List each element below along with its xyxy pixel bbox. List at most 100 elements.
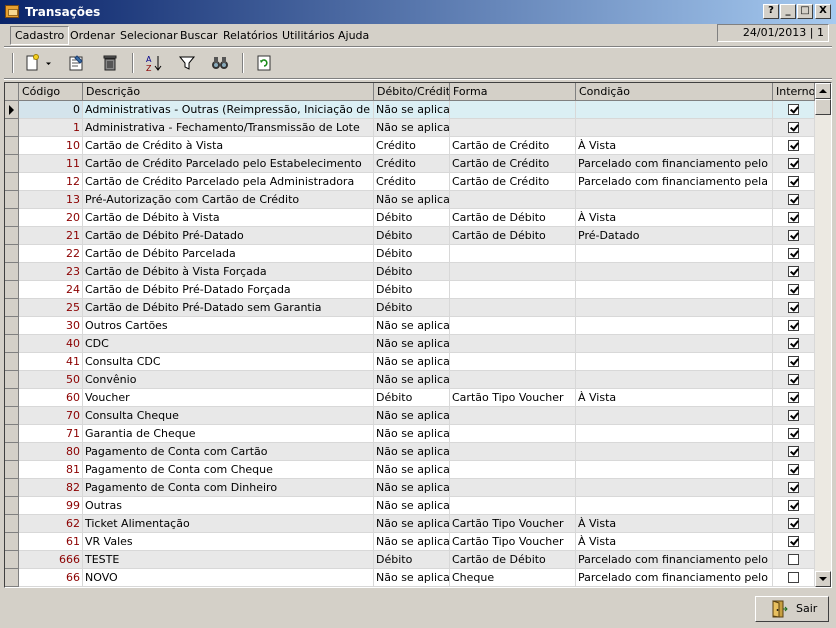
interno-checkbox[interactable] bbox=[788, 464, 799, 475]
cell-codigo[interactable]: 40 bbox=[19, 335, 83, 353]
interno-checkbox[interactable] bbox=[788, 122, 799, 133]
cell-forma[interactable] bbox=[450, 299, 576, 317]
interno-checkbox[interactable] bbox=[788, 230, 799, 241]
cell-debito-credito[interactable]: Não se aplica bbox=[374, 407, 450, 425]
cell-condicao[interactable] bbox=[576, 407, 773, 425]
cell-descricao[interactable]: CDC bbox=[83, 335, 374, 353]
table-row[interactable]: 60 Voucher Débito Cartão Tipo Voucher À Vist… bbox=[5, 389, 815, 407]
cell-debito-credito[interactable]: Não se aplica bbox=[374, 371, 450, 389]
interno-checkbox[interactable] bbox=[788, 428, 799, 439]
cell-condicao[interactable] bbox=[576, 497, 773, 515]
table-row[interactable]: 1 Administrativa - Fechamento/Transmissão… bbox=[5, 119, 815, 137]
cell-codigo[interactable]: 1 bbox=[19, 119, 83, 137]
cell-descricao[interactable]: NOVO bbox=[83, 569, 374, 587]
interno-checkbox[interactable] bbox=[788, 248, 799, 259]
cell-forma[interactable] bbox=[450, 353, 576, 371]
cell-debito-credito[interactable]: Débito bbox=[374, 281, 450, 299]
cell-debito-credito[interactable]: Não se aplica bbox=[374, 479, 450, 497]
cell-forma[interactable]: Cartão de Débito bbox=[450, 551, 576, 569]
table-row[interactable]: 40 CDC Não se aplica bbox=[5, 335, 815, 353]
row-indicator[interactable] bbox=[5, 479, 19, 497]
cell-condicao[interactable]: Parcelado com financiamento pela adminis… bbox=[576, 173, 773, 191]
row-indicator[interactable] bbox=[5, 173, 19, 191]
row-indicator[interactable] bbox=[5, 209, 19, 227]
cell-condicao[interactable]: À Vista bbox=[576, 515, 773, 533]
cell-condicao[interactable] bbox=[576, 119, 773, 137]
cell-forma[interactable] bbox=[450, 191, 576, 209]
new-button[interactable] bbox=[20, 52, 44, 74]
header-forma[interactable]: Forma bbox=[450, 83, 576, 101]
cell-forma[interactable]: Cartão de Débito bbox=[450, 209, 576, 227]
current-row-indicator[interactable] bbox=[5, 101, 19, 119]
cell-debito-credito[interactable]: Débito bbox=[374, 245, 450, 263]
row-indicator[interactable] bbox=[5, 425, 19, 443]
cell-debito-credito[interactable]: Débito bbox=[374, 389, 450, 407]
table-row[interactable]: 50 Convênio Não se aplica bbox=[5, 371, 815, 389]
cell-forma[interactable] bbox=[450, 371, 576, 389]
cell-condicao[interactable] bbox=[576, 263, 773, 281]
cell-debito-credito[interactable]: Não se aplica bbox=[374, 461, 450, 479]
cell-descricao[interactable]: Garantia de Cheque bbox=[83, 425, 374, 443]
row-indicator[interactable] bbox=[5, 515, 19, 533]
menu-ajuda[interactable]: Ajuda bbox=[338, 29, 369, 43]
cell-codigo[interactable]: 25 bbox=[19, 299, 83, 317]
cell-forma[interactable]: Cartão de Crédito bbox=[450, 137, 576, 155]
cell-descricao[interactable]: Cartão de Débito Pré-Datado Forçada bbox=[83, 281, 374, 299]
row-indicator[interactable] bbox=[5, 191, 19, 209]
interno-checkbox[interactable] bbox=[788, 176, 799, 187]
cell-forma[interactable]: Cartão Tipo Voucher bbox=[450, 515, 576, 533]
table-row[interactable]: 66 NOVO Não se aplica Cheque Parcelado com f… bbox=[5, 569, 815, 587]
scroll-thumb[interactable] bbox=[815, 99, 831, 115]
cell-forma[interactable]: Cartão de Débito bbox=[450, 227, 576, 245]
header-interno[interactable]: Interno bbox=[773, 83, 815, 101]
row-indicator[interactable] bbox=[5, 407, 19, 425]
cell-forma[interactable] bbox=[450, 281, 576, 299]
cell-forma[interactable]: Cartão Tipo Voucher bbox=[450, 533, 576, 551]
table-row[interactable]: 25 Cartão de Débito Pré-Datado sem Garant… bbox=[5, 299, 815, 317]
interno-checkbox[interactable] bbox=[788, 320, 799, 331]
cell-codigo[interactable]: 41 bbox=[19, 353, 83, 371]
cell-forma[interactable] bbox=[450, 263, 576, 281]
interno-checkbox[interactable] bbox=[788, 284, 799, 295]
table-row[interactable]: 666 TESTE Débito Cartão de Débito Parcelado … bbox=[5, 551, 815, 569]
table-row[interactable]: 23 Cartão de Débito à Vista Forçada Débito bbox=[5, 263, 815, 281]
table-row[interactable]: 12 Cartão de Crédito Parcelado pela Admin… bbox=[5, 173, 815, 191]
table-row[interactable]: 0 Administrativas - Outras (Reimpressão, … bbox=[5, 101, 815, 119]
menu-buscar[interactable]: Buscar bbox=[180, 29, 218, 43]
sort-button[interactable]: A Z bbox=[142, 52, 166, 74]
row-indicator[interactable] bbox=[5, 371, 19, 389]
delete-button[interactable] bbox=[98, 52, 122, 74]
cell-debito-credito[interactable]: Débito bbox=[374, 209, 450, 227]
maximize-button[interactable]: □ bbox=[797, 4, 813, 19]
interno-checkbox[interactable] bbox=[788, 392, 799, 403]
row-indicator[interactable] bbox=[5, 119, 19, 137]
table-row[interactable]: 81 Pagamento de Conta com Cheque Não se ap… bbox=[5, 461, 815, 479]
cell-forma[interactable] bbox=[450, 425, 576, 443]
cell-descricao[interactable]: Cartão de Débito à Vista bbox=[83, 209, 374, 227]
cell-codigo[interactable]: 60 bbox=[19, 389, 83, 407]
table-row[interactable]: 71 Garantia de Cheque Não se aplica bbox=[5, 425, 815, 443]
cell-forma[interactable]: Cartão de Crédito bbox=[450, 173, 576, 191]
header-debito-credito[interactable]: Débito/Crédito bbox=[374, 83, 450, 101]
row-indicator[interactable] bbox=[5, 569, 19, 587]
row-indicator[interactable] bbox=[5, 353, 19, 371]
cell-forma[interactable]: Cheque bbox=[450, 569, 576, 587]
cell-debito-credito[interactable]: Não se aplica bbox=[374, 191, 450, 209]
interno-checkbox[interactable] bbox=[788, 356, 799, 367]
row-indicator[interactable] bbox=[5, 317, 19, 335]
cell-condicao[interactable]: Pré-Datado bbox=[576, 227, 773, 245]
cell-forma[interactable] bbox=[450, 119, 576, 137]
cell-descricao[interactable]: Consulta Cheque bbox=[83, 407, 374, 425]
cell-debito-credito[interactable]: Débito bbox=[374, 551, 450, 569]
cell-codigo[interactable]: 0 bbox=[19, 101, 83, 119]
interno-checkbox[interactable] bbox=[788, 140, 799, 151]
table-row[interactable]: 11 Cartão de Crédito Parcelado pelo Estab… bbox=[5, 155, 815, 173]
cell-descricao[interactable]: Cartão de Débito Pré-Datado sem Garantia bbox=[83, 299, 374, 317]
cell-descricao[interactable]: Cartão de Crédito Parcelado pelo Estabel… bbox=[83, 155, 374, 173]
cell-debito-credito[interactable]: Não se aplica bbox=[374, 317, 450, 335]
cell-debito-credito[interactable]: Não se aplica bbox=[374, 353, 450, 371]
cell-debito-credito[interactable]: Não se aplica bbox=[374, 335, 450, 353]
cell-condicao[interactable] bbox=[576, 317, 773, 335]
cell-descricao[interactable]: Cartão de Crédito à Vista bbox=[83, 137, 374, 155]
cell-codigo[interactable]: 23 bbox=[19, 263, 83, 281]
